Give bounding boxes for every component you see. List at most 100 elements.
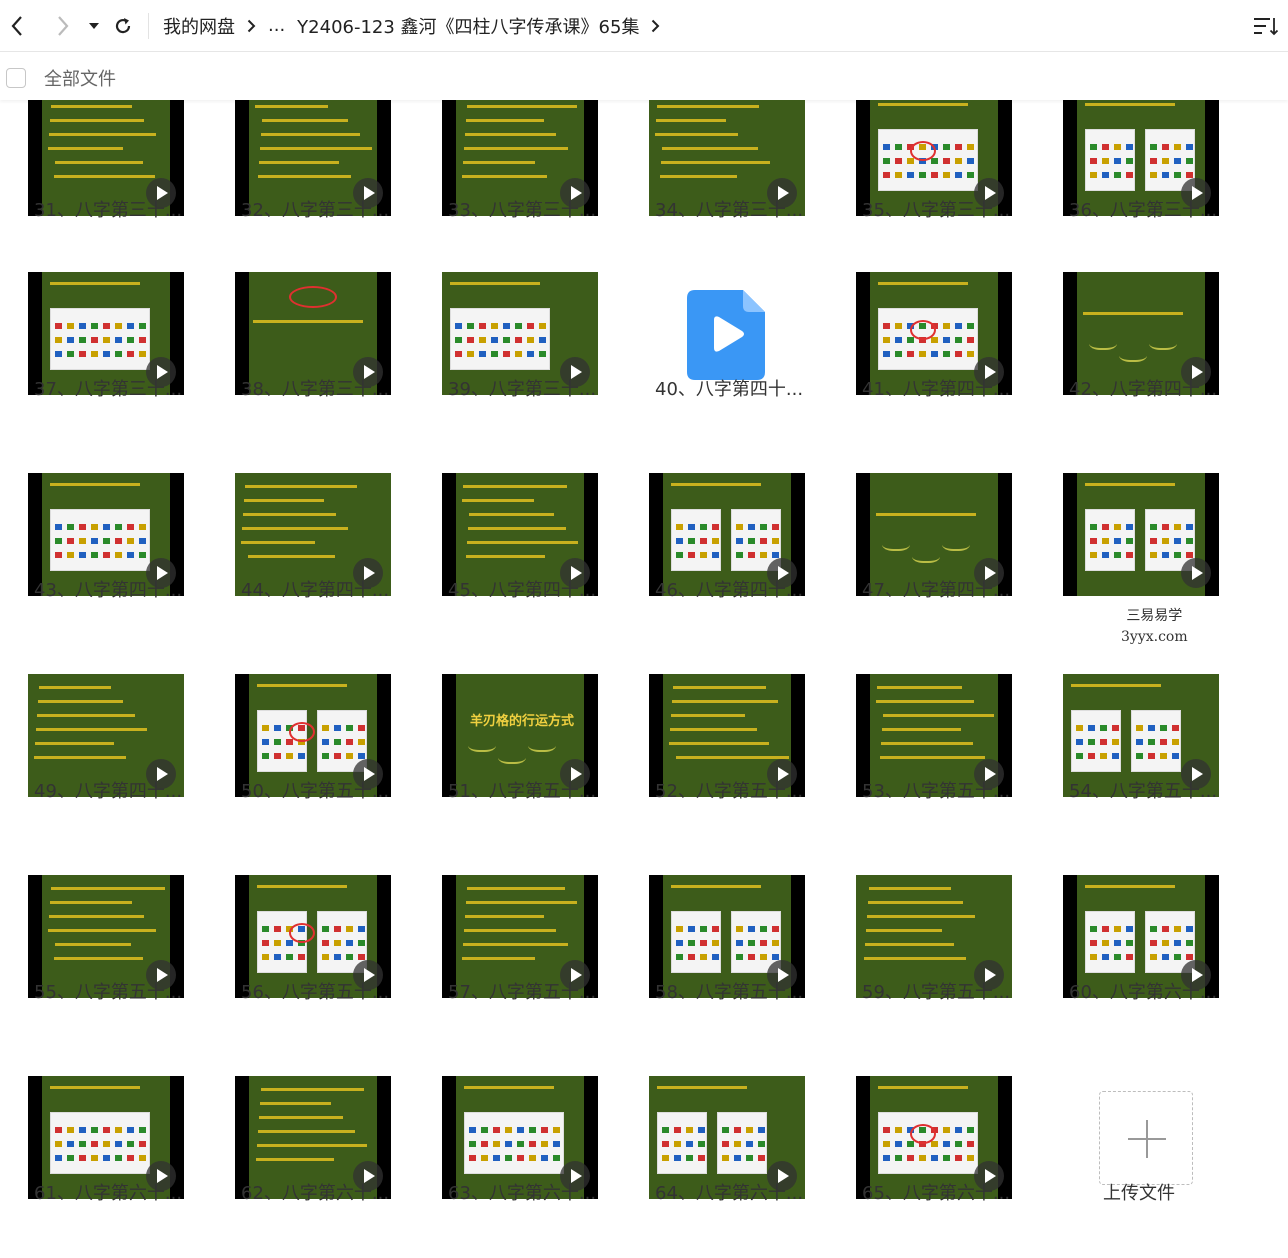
file-item[interactable]: 61、八字第六十...: [28, 1076, 218, 1256]
table-cell: [712, 524, 719, 530]
table-cell: [79, 524, 86, 530]
file-item[interactable]: 40、八字第四十...: [649, 272, 839, 452]
file-item[interactable]: 33、八字第三十...: [442, 100, 632, 273]
table-cell: [55, 552, 62, 558]
table-cell: [1150, 552, 1157, 558]
video-thumbnail[interactable]: [1063, 473, 1219, 596]
file-item[interactable]: 52、八字第五十...: [649, 674, 839, 854]
breadcrumb-root[interactable]: 我的网盘: [163, 13, 235, 39]
table-cell: [760, 538, 767, 544]
text-line: [676, 756, 789, 759]
back-button[interactable]: [2, 11, 32, 41]
table-cell: [103, 1127, 110, 1133]
file-item[interactable]: 58、八字第五十...: [649, 875, 839, 1055]
table-cell: [1174, 172, 1181, 178]
table-cell: [127, 552, 134, 558]
table-cell: [919, 351, 926, 357]
file-item[interactable]: 31、八字第三十...: [28, 100, 218, 273]
file-item[interactable]: 47、八字第四十...: [856, 473, 1046, 653]
file-name-label: 65、八字第六十...: [862, 1183, 1011, 1204]
handwriting-stroke: [498, 748, 526, 764]
table-cell: [700, 552, 707, 558]
table-cell: [139, 552, 146, 558]
sort-menu-button[interactable]: [1252, 14, 1279, 38]
chart-table: [717, 1112, 767, 1174]
file-item[interactable]: 37、八字第三十...: [28, 272, 218, 452]
table-cell: [103, 337, 110, 343]
file-item[interactable]: 53、八字第五十...: [856, 674, 1046, 854]
file-item[interactable]: 42、八字第四十...: [1063, 272, 1253, 452]
table-cell: [1126, 158, 1133, 164]
text-line: [253, 320, 363, 323]
table-cell: [515, 337, 522, 343]
file-item[interactable]: 三易易学 3yyx.com: [1063, 473, 1253, 653]
history-dropdown-button[interactable]: [84, 11, 104, 41]
annotation-circle: [289, 923, 315, 943]
file-item[interactable]: 57、八字第五十...: [442, 875, 632, 1055]
table-cell: [139, 538, 146, 544]
table-cell: [1114, 940, 1121, 946]
text-line: [467, 105, 577, 108]
play-icon[interactable]: [1181, 558, 1211, 588]
file-item[interactable]: 63、八字第六十...: [442, 1076, 632, 1256]
file-item[interactable]: 43、八字第四十...: [28, 473, 218, 653]
table-cell: [346, 954, 353, 960]
chevron-right-icon[interactable]: [651, 19, 660, 33]
refresh-button[interactable]: [108, 11, 138, 41]
file-item[interactable]: 62、八字第六十...: [235, 1076, 425, 1256]
file-item[interactable]: 44、八字第四十...: [235, 473, 425, 653]
table-cell: [91, 351, 98, 357]
file-item[interactable]: 50、八字第五十...: [235, 674, 425, 854]
text-line: [243, 513, 336, 516]
table-cell: [115, 323, 122, 329]
file-item[interactable]: 羊刃格的行运方式 51、八字第五十...: [442, 674, 632, 854]
select-all-checkbox[interactable]: [6, 68, 26, 88]
table-cell: [274, 725, 281, 731]
file-item[interactable]: 55、八字第五十...: [28, 875, 218, 1055]
table-cell: [334, 954, 341, 960]
file-item[interactable]: 49、八字第四十...: [28, 674, 218, 854]
file-item[interactable]: 56、八字第五十...: [235, 875, 425, 1055]
table-cell: [1174, 144, 1181, 150]
file-item[interactable]: 35、八字第三十...: [856, 100, 1046, 273]
file-item[interactable]: 65、八字第六十...: [856, 1076, 1046, 1256]
text-line: [672, 700, 778, 703]
file-item[interactable]: 64、八字第六十...: [649, 1076, 839, 1256]
file-item[interactable]: 59、八字第五十...: [856, 875, 1046, 1055]
annotation-circle: [910, 1124, 936, 1144]
table-cell: [1148, 725, 1155, 731]
table-cell: [541, 1155, 548, 1161]
file-item[interactable]: 32、八字第三十...: [235, 100, 425, 273]
file-item[interactable]: 39、八字第三十...: [442, 272, 632, 452]
breadcrumb-ellipsis[interactable]: ...: [268, 15, 285, 36]
file-item[interactable]: 41、八字第四十...: [856, 272, 1046, 452]
table-cell: [688, 524, 695, 530]
file-item[interactable]: 45、八字第四十...: [442, 473, 632, 653]
chart-table: [1085, 129, 1135, 191]
upload-file-tile[interactable]: 上传文件: [1063, 1076, 1253, 1256]
file-item[interactable]: 54、八字第五十...: [1063, 674, 1253, 854]
table-cell: [967, 323, 974, 329]
table-cell: [1162, 172, 1169, 178]
table-cell: [748, 552, 755, 558]
table-cell: [772, 524, 779, 530]
table-cell: [1114, 144, 1121, 150]
file-item[interactable]: 34、八字第三十...: [649, 100, 839, 273]
table-cell: [688, 940, 695, 946]
text-line: [48, 147, 123, 150]
annotation-circle: [289, 722, 315, 742]
refresh-icon: [115, 17, 131, 33]
table-cell: [883, 172, 890, 178]
text-line: [258, 1130, 355, 1133]
table-cell: [955, 337, 962, 343]
table-cell: [1136, 753, 1143, 759]
forward-button[interactable]: [48, 11, 78, 41]
file-item[interactable]: 46、八字第四十...: [649, 473, 839, 653]
file-item[interactable]: 36、八字第三十...: [1063, 100, 1253, 273]
file-item[interactable]: 38、八字第三十...: [235, 272, 425, 452]
file-item[interactable]: 60、八字第六十...: [1063, 875, 1253, 1055]
table-cell: [662, 1141, 669, 1147]
upload-plus-icon[interactable]: [1099, 1091, 1193, 1185]
text-line: [670, 728, 757, 731]
table-cell: [139, 1141, 146, 1147]
